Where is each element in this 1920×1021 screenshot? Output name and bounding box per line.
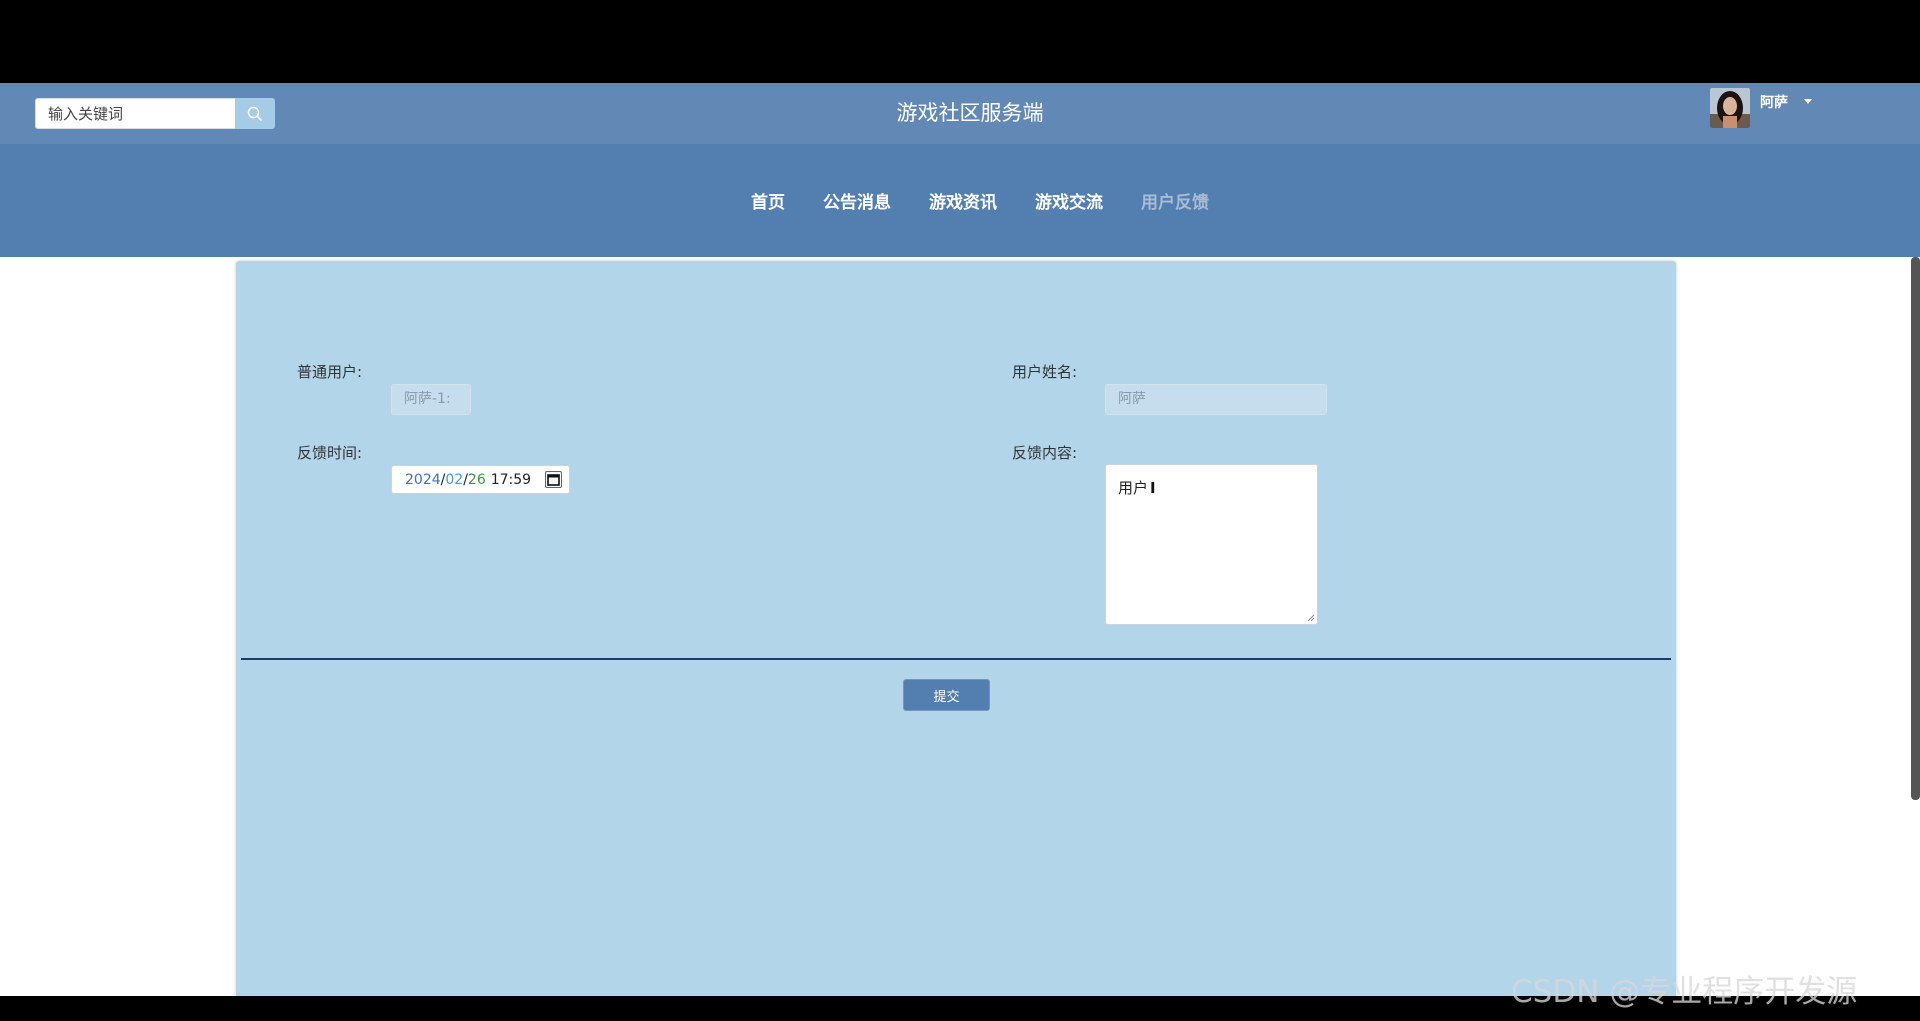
browser-viewport: 游戏社区服务端 阿萨 首页 公告消息 游戏资讯 游戏交流 用户反馈 普通用户: … <box>0 83 1920 996</box>
date-month: 02 <box>445 471 464 488</box>
form-divider <box>241 658 1671 660</box>
calendar-icon[interactable] <box>545 471 562 488</box>
nav-item-home[interactable]: 首页 <box>751 188 785 213</box>
text-cursor-icon: I <box>1150 479 1156 497</box>
name-field[interactable]: 阿萨 <box>1105 384 1327 415</box>
main-nav: 首页 公告消息 游戏资讯 游戏交流 用户反馈 <box>0 144 1920 257</box>
search-icon <box>247 106 263 121</box>
chevron-down-icon[interactable] <box>1804 99 1812 104</box>
user-name: 阿萨 <box>1760 95 1788 111</box>
screen-top-black-band <box>0 0 1920 83</box>
name-label: 用户姓名: <box>1012 363 1078 381</box>
page-scrollbar[interactable] <box>1911 257 1920 800</box>
nav-item-game-forum[interactable]: 游戏交流 <box>1035 188 1103 213</box>
search-input[interactable] <box>35 98 235 129</box>
search-button[interactable] <box>235 98 275 129</box>
content-label: 反馈内容: <box>1012 444 1078 462</box>
nav-item-feedback[interactable]: 用户反馈 <box>1141 188 1209 213</box>
textarea-text: 用户 <box>1118 479 1149 497</box>
submit-button[interactable]: 提交 <box>903 679 990 711</box>
search-bar <box>35 98 275 129</box>
watermark: CSDN @专业程序开发源 <box>1511 974 1858 1010</box>
feedback-content-textarea[interactable]: 用户 I <box>1105 464 1318 625</box>
feedback-form-panel: 普通用户: 阿萨-1: 用户姓名: 阿萨 反馈时间: 2024/02/26 17:… <box>236 261 1676 996</box>
date-year: 2024 <box>405 471 441 488</box>
user-menu[interactable]: 阿萨 <box>1710 88 1812 128</box>
user-field[interactable]: 阿萨-1: <box>391 384 471 415</box>
date-day: 26 <box>467 471 486 488</box>
user-label: 普通用户: <box>297 363 363 381</box>
avatar <box>1710 88 1750 128</box>
time-label: 反馈时间: <box>297 444 363 462</box>
feedback-time-input[interactable]: 2024/02/26 17:59 <box>391 465 570 494</box>
nav-item-game-news[interactable]: 游戏资讯 <box>929 188 997 213</box>
resize-grip-icon[interactable] <box>1307 614 1315 622</box>
site-title: 游戏社区服务端 <box>896 101 1044 125</box>
date-clock: 17:59 <box>490 471 532 488</box>
nav-item-announcements[interactable]: 公告消息 <box>823 188 891 213</box>
site-header: 游戏社区服务端 阿萨 <box>0 83 1920 144</box>
